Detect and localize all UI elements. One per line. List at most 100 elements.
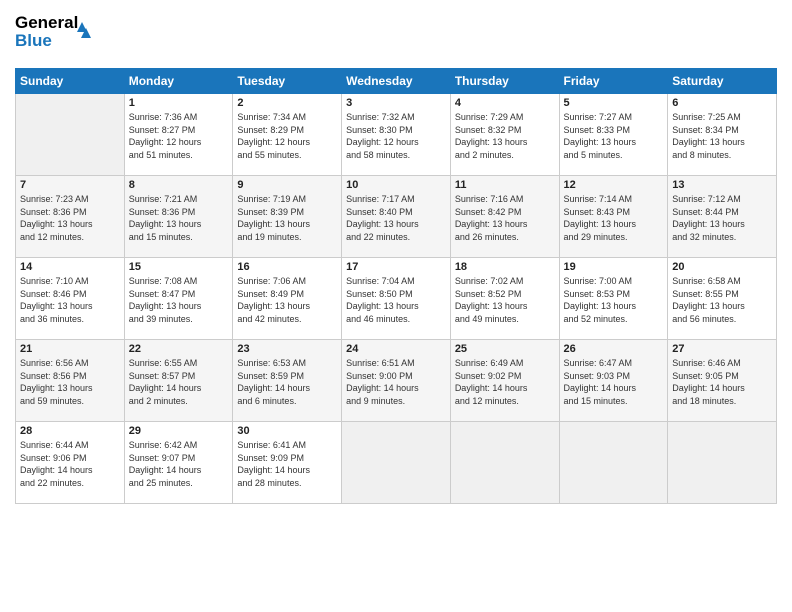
day-number: 28 [20, 425, 120, 437]
calendar-cell: 30 Sunrise: 6:41 AMSunset: 9:09 PMDayligh… [233, 422, 342, 504]
day-number: 18 [455, 261, 555, 273]
calendar-week-2: 14 Sunrise: 7:10 AMSunset: 8:46 PMDayligh… [16, 258, 777, 340]
header: General Blue [15, 10, 777, 60]
day-number: 22 [129, 343, 229, 355]
header-row: Sunday Monday Tuesday Wednesday Thursday… [16, 69, 777, 94]
day-info: Sunrise: 7:36 AMSunset: 8:27 PMDaylight:… [129, 111, 229, 161]
day-info: Sunrise: 6:58 AMSunset: 8:55 PMDaylight:… [672, 275, 772, 325]
calendar-cell: 1 Sunrise: 7:36 AMSunset: 8:27 PMDaylight… [124, 94, 233, 176]
calendar-cell: 9 Sunrise: 7:19 AMSunset: 8:39 PMDaylight… [233, 176, 342, 258]
day-info: Sunrise: 7:19 AMSunset: 8:39 PMDaylight:… [237, 193, 337, 243]
day-number: 20 [672, 261, 772, 273]
calendar-cell [342, 422, 451, 504]
calendar-cell: 21 Sunrise: 6:56 AMSunset: 8:56 PMDayligh… [16, 340, 125, 422]
day-info: Sunrise: 6:53 AMSunset: 8:59 PMDaylight:… [237, 357, 337, 407]
day-number: 30 [237, 425, 337, 437]
day-info: Sunrise: 7:10 AMSunset: 8:46 PMDaylight:… [20, 275, 120, 325]
day-number: 10 [346, 179, 446, 191]
col-friday: Friday [559, 69, 668, 94]
day-number: 6 [672, 97, 772, 109]
calendar-cell: 10 Sunrise: 7:17 AMSunset: 8:40 PMDayligh… [342, 176, 451, 258]
calendar-cell: 14 Sunrise: 7:10 AMSunset: 8:46 PMDayligh… [16, 258, 125, 340]
col-thursday: Thursday [450, 69, 559, 94]
day-info: Sunrise: 6:47 AMSunset: 9:03 PMDaylight:… [564, 357, 664, 407]
day-info: Sunrise: 6:56 AMSunset: 8:56 PMDaylight:… [20, 357, 120, 407]
col-monday: Monday [124, 69, 233, 94]
day-number: 5 [564, 97, 664, 109]
day-number: 11 [455, 179, 555, 191]
day-number: 13 [672, 179, 772, 191]
calendar-cell [559, 422, 668, 504]
day-number: 14 [20, 261, 120, 273]
day-number: 21 [20, 343, 120, 355]
calendar-cell: 29Sunrise: 6:42 AMSunset: 9:07 PMDayligh… [124, 422, 233, 504]
calendar-week-1: 7 Sunrise: 7:23 AMSunset: 8:36 PMDaylight… [16, 176, 777, 258]
calendar-cell: 20 Sunrise: 6:58 AMSunset: 8:55 PMDayligh… [668, 258, 777, 340]
day-number: 8 [129, 179, 229, 191]
col-saturday: Saturday [668, 69, 777, 94]
calendar-cell: 19Sunrise: 7:00 AMSunset: 8:53 PMDayligh… [559, 258, 668, 340]
day-info: Sunrise: 7:00 AMSunset: 8:53 PMDaylight:… [564, 275, 664, 325]
day-number: 9 [237, 179, 337, 191]
calendar-cell: 25 Sunrise: 6:49 AMSunset: 9:02 PMDayligh… [450, 340, 559, 422]
day-info: Sunrise: 7:25 AMSunset: 8:34 PMDaylight:… [672, 111, 772, 161]
day-info: Sunrise: 7:06 AMSunset: 8:49 PMDaylight:… [237, 275, 337, 325]
day-number: 17 [346, 261, 446, 273]
day-number: 12 [564, 179, 664, 191]
day-info: Sunrise: 7:04 AMSunset: 8:50 PMDaylight:… [346, 275, 446, 325]
day-info: Sunrise: 6:51 AMSunset: 9:00 PMDaylight:… [346, 357, 446, 407]
day-info: Sunrise: 7:32 AMSunset: 8:30 PMDaylight:… [346, 111, 446, 161]
day-number: 15 [129, 261, 229, 273]
day-info: Sunrise: 6:44 AMSunset: 9:06 PMDaylight:… [20, 439, 120, 489]
calendar-cell: 28 Sunrise: 6:44 AMSunset: 9:06 PMDayligh… [16, 422, 125, 504]
calendar-cell: 2 Sunrise: 7:34 AMSunset: 8:29 PMDaylight… [233, 94, 342, 176]
calendar-cell [668, 422, 777, 504]
calendar-cell: 4Sunrise: 7:29 AMSunset: 8:32 PMDaylight… [450, 94, 559, 176]
calendar-cell: 13 Sunrise: 7:12 AMSunset: 8:44 PMDayligh… [668, 176, 777, 258]
calendar-cell: 24 Sunrise: 6:51 AMSunset: 9:00 PMDayligh… [342, 340, 451, 422]
day-info: Sunrise: 6:41 AMSunset: 9:09 PMDaylight:… [237, 439, 337, 489]
col-tuesday: Tuesday [233, 69, 342, 94]
logo: General Blue [15, 10, 105, 60]
day-info: Sunrise: 7:02 AMSunset: 8:52 PMDaylight:… [455, 275, 555, 325]
day-info: Sunrise: 7:34 AMSunset: 8:29 PMDaylight:… [237, 111, 337, 161]
day-number: 7 [20, 179, 120, 191]
day-info: Sunrise: 7:27 AMSunset: 8:33 PMDaylight:… [564, 111, 664, 161]
day-number: 1 [129, 97, 229, 109]
page: General Blue Sunday Monday Tuesday Wedne… [0, 0, 792, 612]
day-number: 3 [346, 97, 446, 109]
calendar-cell: 8Sunrise: 7:21 AMSunset: 8:36 PMDaylight… [124, 176, 233, 258]
calendar-cell: 18 Sunrise: 7:02 AMSunset: 8:52 PMDayligh… [450, 258, 559, 340]
day-number: 27 [672, 343, 772, 355]
day-info: Sunrise: 7:17 AMSunset: 8:40 PMDaylight:… [346, 193, 446, 243]
day-info: Sunrise: 7:16 AMSunset: 8:42 PMDaylight:… [455, 193, 555, 243]
calendar-cell: 27 Sunrise: 6:46 AMSunset: 9:05 PMDayligh… [668, 340, 777, 422]
calendar-cell: 11 Sunrise: 7:16 AMSunset: 8:42 PMDayligh… [450, 176, 559, 258]
calendar-week-3: 21 Sunrise: 6:56 AMSunset: 8:56 PMDayligh… [16, 340, 777, 422]
day-info: Sunrise: 7:23 AMSunset: 8:36 PMDaylight:… [20, 193, 120, 243]
col-wednesday: Wednesday [342, 69, 451, 94]
svg-text:General: General [15, 13, 78, 32]
calendar-cell: 26 Sunrise: 6:47 AMSunset: 9:03 PMDayligh… [559, 340, 668, 422]
calendar-week-0: 1 Sunrise: 7:36 AMSunset: 8:27 PMDaylight… [16, 94, 777, 176]
calendar-cell [16, 94, 125, 176]
day-number: 26 [564, 343, 664, 355]
calendar-cell: 6 Sunrise: 7:25 AMSunset: 8:34 PMDaylight… [668, 94, 777, 176]
calendar-week-4: 28 Sunrise: 6:44 AMSunset: 9:06 PMDayligh… [16, 422, 777, 504]
calendar-cell: 15Sunrise: 7:08 AMSunset: 8:47 PMDayligh… [124, 258, 233, 340]
day-info: Sunrise: 6:49 AMSunset: 9:02 PMDaylight:… [455, 357, 555, 407]
calendar-cell: 5 Sunrise: 7:27 AMSunset: 8:33 PMDaylight… [559, 94, 668, 176]
calendar-table: Sunday Monday Tuesday Wednesday Thursday… [15, 68, 777, 504]
day-number: 24 [346, 343, 446, 355]
day-info: Sunrise: 6:55 AMSunset: 8:57 PMDaylight:… [129, 357, 229, 407]
day-number: 25 [455, 343, 555, 355]
day-info: Sunrise: 6:46 AMSunset: 9:05 PMDaylight:… [672, 357, 772, 407]
day-number: 2 [237, 97, 337, 109]
calendar-cell: 22 Sunrise: 6:55 AMSunset: 8:57 PMDayligh… [124, 340, 233, 422]
calendar-cell: 3 Sunrise: 7:32 AMSunset: 8:30 PMDaylight… [342, 94, 451, 176]
day-info: Sunrise: 7:29 AMSunset: 8:32 PMDaylight:… [455, 111, 555, 161]
svg-text:Blue: Blue [15, 31, 52, 50]
day-number: 29 [129, 425, 229, 437]
day-number: 23 [237, 343, 337, 355]
day-info: Sunrise: 7:12 AMSunset: 8:44 PMDaylight:… [672, 193, 772, 243]
